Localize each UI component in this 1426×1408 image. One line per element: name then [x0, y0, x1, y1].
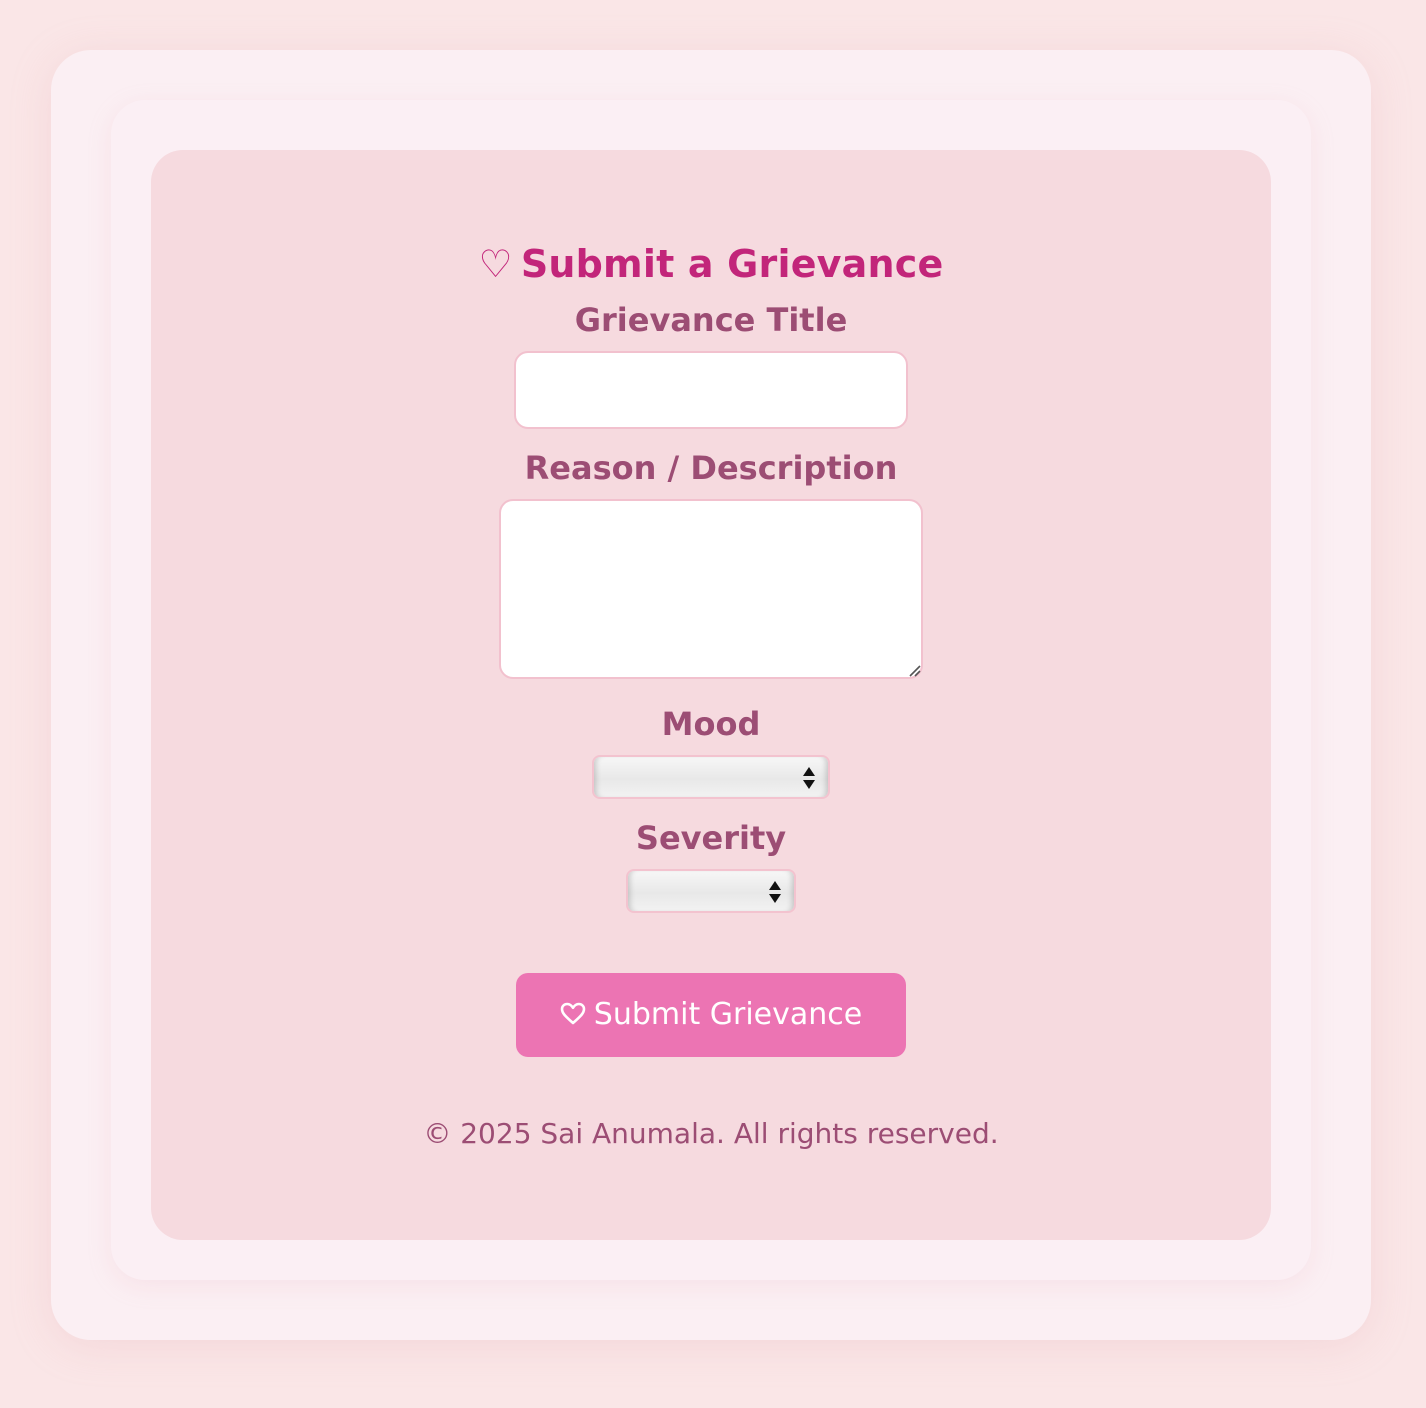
- copyright-footer: © 2025 Sai Anumala. All rights reserved.: [423, 1117, 999, 1150]
- outer-frame: ♡ Submit a Grievance Grievance Title Reas…: [51, 50, 1371, 1340]
- reason-label: Reason / Description: [524, 449, 898, 487]
- resize-handle-icon[interactable]: [907, 663, 921, 677]
- severity-select[interactable]: [626, 869, 796, 913]
- mood-label: Mood: [661, 705, 761, 743]
- page-title-text: Submit a Grievance: [520, 242, 944, 286]
- grievance-card: ♡ Submit a Grievance Grievance Title Reas…: [151, 150, 1271, 1240]
- heart-outline-icon: ♡: [478, 242, 513, 286]
- heart-outline-icon: [560, 1002, 586, 1024]
- submit-grievance-button[interactable]: Submit Grievance: [516, 973, 906, 1057]
- severity-label: Severity: [635, 819, 787, 857]
- reason-textarea[interactable]: [499, 499, 923, 679]
- select-arrows-icon: [769, 881, 781, 903]
- select-arrows-icon: [803, 767, 815, 789]
- mood-select[interactable]: [592, 755, 830, 799]
- reason-textarea-wrapper: [499, 499, 923, 679]
- submit-button-label: Submit Grievance: [593, 997, 863, 1032]
- grievance-title-label: Grievance Title: [574, 301, 848, 339]
- middle-frame: ♡ Submit a Grievance Grievance Title Reas…: [111, 100, 1311, 1280]
- page-title: ♡ Submit a Grievance: [151, 236, 1271, 292]
- grievance-title-input[interactable]: [514, 351, 908, 429]
